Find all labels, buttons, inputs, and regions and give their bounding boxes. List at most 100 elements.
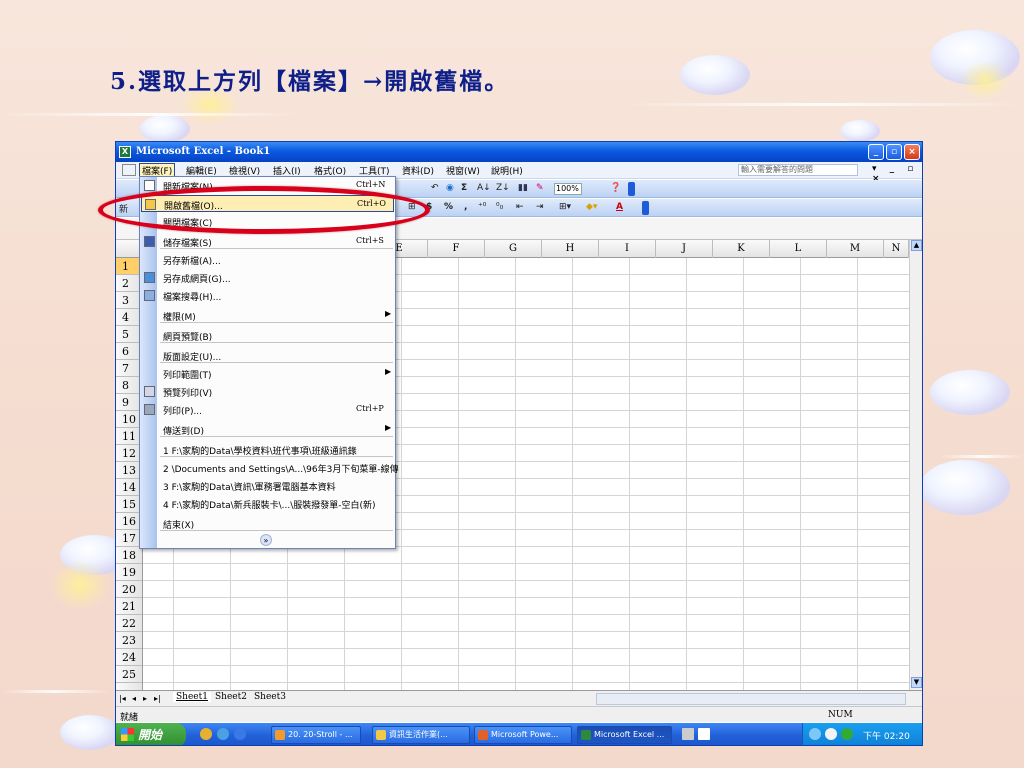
increase-decimal-icon[interactable]: ⁺⁰ (478, 202, 486, 212)
percent-button[interactable]: % (444, 202, 453, 212)
menu-item[interactable]: 3 F:\家駒的Data\資訊\軍務署電腦基本資料 (141, 477, 394, 494)
doc-menu-icon[interactable] (122, 164, 136, 176)
task-button[interactable]: 資訊生活作業(... (372, 726, 470, 744)
task-button-active[interactable]: Microsoft Excel ... (577, 726, 672, 744)
increase-indent-icon[interactable]: ⇥ (536, 202, 544, 212)
menu-item[interactable]: 另存成網頁(G)... (141, 269, 394, 286)
task-button[interactable]: 20. 20-Stroll - ... (271, 726, 361, 744)
zoom-select[interactable]: 100% (554, 183, 582, 195)
decor-stripe (0, 690, 110, 693)
sort-ascending-icon[interactable]: A↓ (477, 183, 491, 193)
menu-item-label: 另存新檔(A)... (163, 257, 221, 267)
menu-item[interactable]: 2 \Documents and Settings\A...\96年3月下旬菜單… (141, 459, 399, 476)
sheet-tab-bar: |◂ ◂ ▸ ▸| Sheet1 Sheet2 Sheet3 (116, 690, 922, 706)
decrease-decimal-icon[interactable]: ⁰₀ (496, 202, 503, 212)
maximize-button[interactable]: ▫ (886, 144, 902, 160)
ie-icon[interactable] (234, 728, 246, 740)
hyperlink-icon[interactable]: ◉ (446, 183, 454, 193)
column-header-h[interactable]: H (542, 240, 599, 258)
row-header-18[interactable]: 18 (116, 547, 142, 564)
save-icon (144, 236, 155, 247)
menu-help[interactable]: 說明(H) (491, 164, 523, 177)
sheet-tab-sheet2[interactable]: Sheet2 (212, 692, 250, 702)
help-tray-icon[interactable] (698, 728, 710, 740)
row-header-25[interactable]: 25 (116, 666, 142, 683)
menu-window[interactable]: 視窗(W) (446, 164, 480, 177)
horizontal-scrollbar[interactable] (596, 693, 906, 705)
comma-button[interactable]: , (464, 202, 467, 212)
scroll-up-icon[interactable]: ▲ (911, 240, 922, 251)
column-header-i[interactable]: I (599, 240, 656, 258)
menu-item[interactable]: 列印(P)... Ctrl+P (141, 401, 394, 418)
decor-bubble (920, 460, 1010, 515)
tray-app-icon[interactable] (841, 728, 853, 740)
decor-stripe (0, 113, 300, 116)
start-button[interactable]: 開始 (116, 723, 186, 745)
drawing-icon[interactable]: ✎ (536, 183, 544, 193)
task-label: Microsoft Powe... (491, 730, 559, 739)
sheet-tab-sheet3[interactable]: Sheet3 (251, 692, 289, 702)
scroll-down-icon[interactable]: ▼ (911, 677, 922, 688)
menu-item[interactable]: 4 F:\家駒的Data\新兵服裝卡\...\服裝撥發單-空白(新) (141, 495, 394, 512)
menu-separator (160, 530, 393, 531)
decrease-indent-icon[interactable]: ⇤ (516, 202, 524, 212)
expand-menu-icon[interactable]: » (260, 534, 272, 546)
minimize-button[interactable]: _ (868, 144, 884, 160)
prev-sheet-icon[interactable]: ◂ (132, 694, 136, 703)
sort-descending-icon[interactable]: Z↓ (496, 183, 510, 193)
task-button[interactable]: Microsoft Powe... (474, 726, 572, 744)
menu-item[interactable]: 列印範圍(T) ▶ (141, 365, 394, 382)
first-sheet-icon[interactable]: |◂ (119, 694, 126, 703)
volume-icon[interactable] (825, 728, 837, 740)
sheet-tab-sheet1[interactable]: Sheet1 (173, 692, 211, 702)
next-sheet-icon[interactable]: ▸ (143, 694, 147, 703)
row-header-19[interactable]: 19 (116, 564, 142, 581)
row-header-21[interactable]: 21 (116, 598, 142, 615)
vertical-scrollbar[interactable]: ▲ ▼ (909, 240, 922, 690)
menu-item[interactable]: 預覽列印(V) (141, 383, 394, 400)
system-tray: 下午 02:20 (802, 723, 922, 745)
decor-glow (960, 60, 1010, 100)
toolbar-options-icon[interactable] (642, 201, 649, 215)
menu-data[interactable]: 資料(D) (402, 164, 434, 177)
column-header-m[interactable]: M (827, 240, 884, 258)
fill-color-icon[interactable]: ◆▾ (586, 202, 597, 212)
quicklaunch-icon[interactable] (217, 728, 229, 740)
network-icon[interactable] (809, 728, 821, 740)
menu-item[interactable]: 另存新檔(A)... (141, 251, 394, 268)
row-header-23[interactable]: 23 (116, 632, 142, 649)
column-header-n[interactable]: N (884, 240, 909, 258)
row-header-22[interactable]: 22 (116, 615, 142, 632)
column-header-l[interactable]: L (770, 240, 827, 258)
column-header-g[interactable]: G (485, 240, 542, 258)
borders-icon[interactable]: ⊞▾ (559, 202, 571, 212)
decor-bubble (930, 370, 1010, 415)
row-header-24[interactable]: 24 (116, 649, 142, 666)
status-num-lock: NUM (828, 710, 853, 720)
column-header-f[interactable]: F (428, 240, 485, 258)
decor-stripe (940, 455, 1024, 458)
help-search-input[interactable]: 輸入需要解答的問題 (738, 164, 858, 176)
close-button[interactable]: × (904, 144, 920, 160)
keyboard-icon[interactable] (682, 728, 694, 740)
toolbar-options-icon[interactable] (628, 182, 635, 196)
last-sheet-icon[interactable]: ▸| (154, 694, 161, 703)
decor-stripe (620, 103, 1024, 106)
menu-item[interactable]: 檔案搜尋(H)... (141, 287, 394, 304)
menu-item-label: 4 F:\家駒的Data\新兵服裝卡\...\服裝撥發單-空白(新) (163, 501, 376, 511)
autosum-button[interactable]: Σ (461, 183, 467, 193)
column-header-k[interactable]: K (713, 240, 770, 258)
submenu-arrow-icon: ▶ (385, 423, 392, 432)
menu-separator (160, 456, 393, 457)
help-icon[interactable]: ❓ (610, 183, 621, 193)
quicklaunch-icon[interactable] (200, 728, 212, 740)
print-preview-icon (144, 386, 155, 397)
undo-icon[interactable]: ↶ (431, 183, 439, 193)
chart-wizard-icon[interactable]: ▮▮ (518, 183, 528, 193)
column-header-j[interactable]: J (656, 240, 713, 258)
font-color-button[interactable]: A (616, 202, 623, 212)
folder-icon (376, 730, 386, 740)
window-titlebar[interactable]: X Microsoft Excel - Book1 _ ▫ × (116, 142, 922, 162)
row-header-20[interactable]: 20 (116, 581, 142, 598)
slide-title: 5.選取上方列【檔案】→開啟舊檔。 (110, 68, 510, 95)
